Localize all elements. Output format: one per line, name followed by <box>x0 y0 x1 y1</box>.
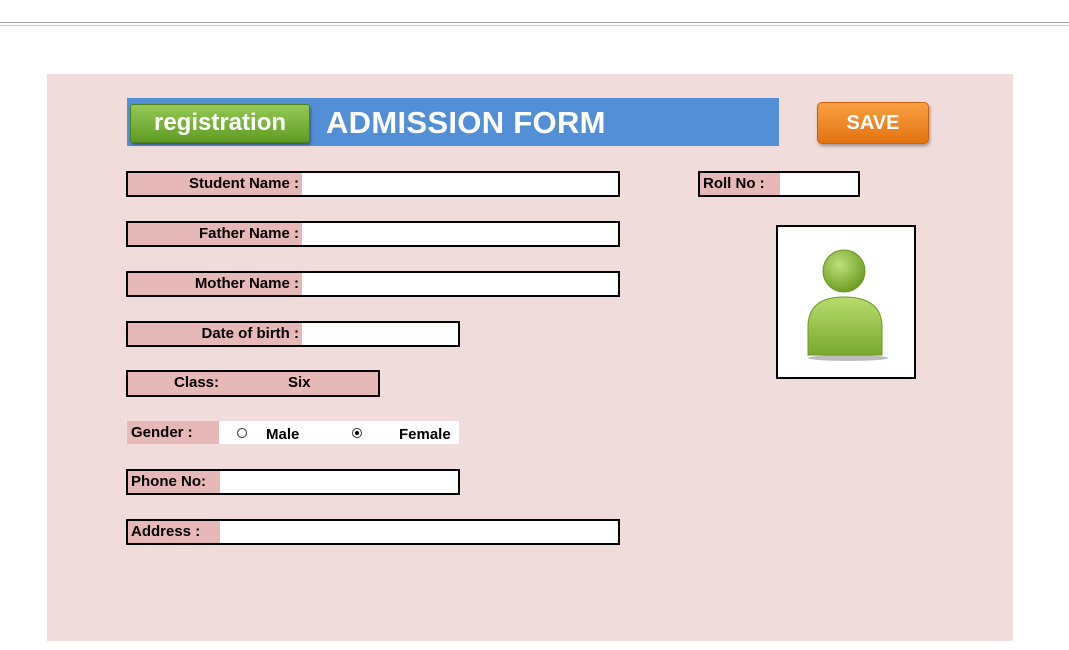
gender-male-radio[interactable] <box>237 428 247 438</box>
class-label: Class: <box>174 374 220 391</box>
gender-female-radio[interactable] <box>352 428 362 438</box>
address-input[interactable] <box>220 521 618 543</box>
user-placeholder-icon <box>807 249 888 361</box>
gender-options: Male Female <box>219 421 459 444</box>
student-name-label: Student Name : <box>128 173 302 195</box>
window-top-border <box>0 22 1069 23</box>
roll-no-field: Roll No : <box>698 171 860 197</box>
address-label: Address : <box>128 521 220 543</box>
student-name-field: Student Name : <box>126 171 620 197</box>
student-name-input[interactable] <box>302 173 618 195</box>
save-button[interactable]: SAVE <box>817 102 929 144</box>
roll-no-input[interactable] <box>780 173 858 195</box>
window-top-border-shadow <box>0 25 1069 26</box>
form-title: ADMISSION FORM <box>326 105 606 140</box>
class-field[interactable]: Class: Six <box>126 370 380 397</box>
father-name-field: Father Name : <box>126 221 620 247</box>
student-photo-frame[interactable] <box>776 225 916 379</box>
father-name-label: Father Name : <box>128 223 302 245</box>
dob-input[interactable] <box>302 323 458 345</box>
phone-field: Phone No: <box>126 469 460 495</box>
gender-female-label: Female <box>399 426 451 443</box>
dob-label: Date of birth : <box>128 323 302 345</box>
mother-name-label: Mother Name : <box>128 273 302 295</box>
mother-name-input[interactable] <box>302 273 618 295</box>
mother-name-field: Mother Name : <box>126 271 620 297</box>
gender-male-label: Male <box>266 426 300 443</box>
roll-no-label: Roll No : <box>700 173 780 195</box>
dob-field: Date of birth : <box>126 321 460 347</box>
class-value: Six <box>288 374 311 391</box>
phone-label: Phone No: <box>128 471 220 493</box>
father-name-input[interactable] <box>302 223 618 245</box>
address-field: Address : <box>126 519 620 545</box>
registration-button[interactable]: registration <box>130 104 310 143</box>
gender-label: Gender : <box>127 421 219 444</box>
phone-input[interactable] <box>220 471 458 493</box>
